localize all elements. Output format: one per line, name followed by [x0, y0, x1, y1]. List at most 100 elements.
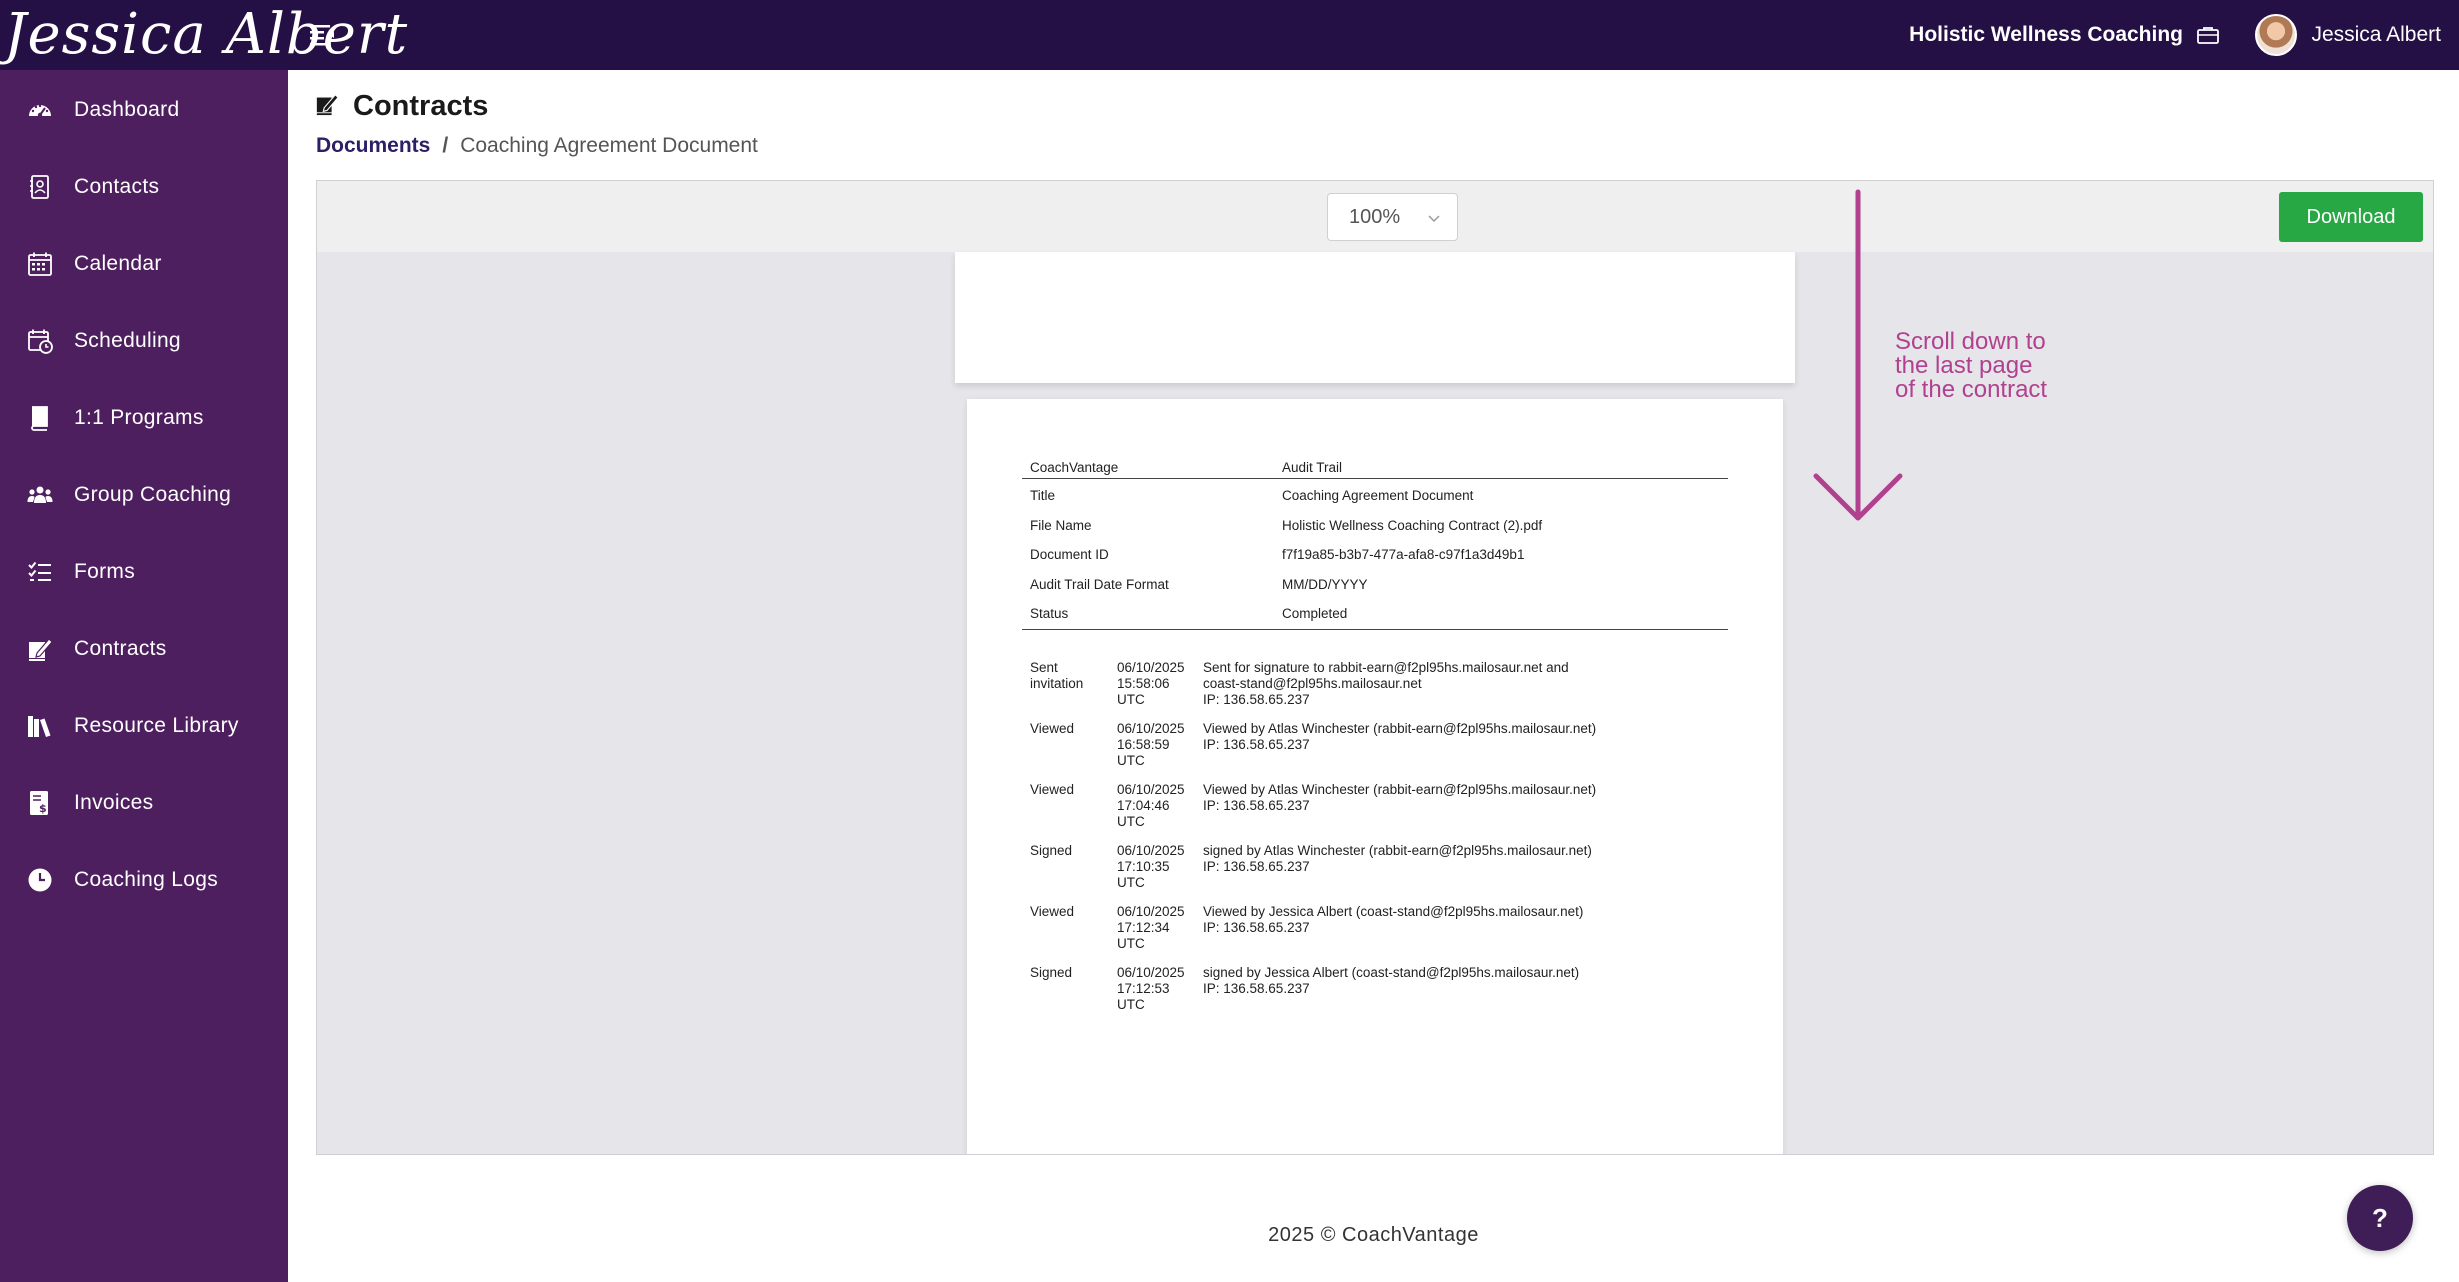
event-tz-line: UTC [1117, 874, 1145, 890]
event-description: Viewed by Atlas Winchester (rabbit-earn@… [1203, 721, 1728, 753]
event-date: 06/10/2025 15:58:06 UTC [1117, 660, 1203, 708]
breadcrumb-documents-link[interactable]: Documents [316, 134, 430, 158]
event-type-line: Sent [1030, 659, 1058, 675]
sidebar-item-label: Forms [74, 560, 135, 583]
info-value: Completed [1282, 606, 1348, 622]
list-item: Viewed 06/10/2025 16:58:59 UTC Viewed by… [1030, 721, 1728, 782]
sidebar-item-forms[interactable]: Forms [0, 542, 288, 602]
menu-toggle-icon[interactable] [310, 24, 336, 46]
signature-icon [315, 92, 339, 121]
event-ip-line: IP: 136.58.65.237 [1203, 797, 1310, 813]
event-time-line: 16:58:59 [1117, 736, 1170, 752]
contacts-icon [27, 174, 53, 200]
business-name: Holistic Wellness Coaching [1909, 23, 2183, 46]
event-ip-line: IP: 136.58.65.237 [1203, 736, 1310, 752]
event-type-line: Viewed [1030, 903, 1075, 919]
event-desc-line: Sent for signature to rabbit-earn@f2pl95… [1203, 659, 1569, 675]
sidebar-item-dashboard[interactable]: Dashboard [0, 80, 288, 140]
info-label: Document ID [1030, 547, 1109, 563]
event-tz-line: UTC [1117, 935, 1145, 951]
document-viewer[interactable]: 100% Download CoachVantage Audit Trail T… [316, 180, 2434, 1155]
sidebar-item-contacts[interactable]: Contacts [0, 157, 288, 217]
annotation-line: of the contract [1895, 376, 2048, 403]
info-value: MM/DD/YYYY [1282, 576, 1368, 592]
info-value: f7f19a85-b3b7-477a-afa8-c97f1a3d49b1 [1282, 547, 1525, 563]
sidebar-item-label: Contracts [74, 637, 167, 660]
audit-header-brand: CoachVantage [1030, 460, 1119, 475]
document-page-previous [955, 252, 1795, 383]
event-date-line: 06/10/2025 [1117, 781, 1185, 797]
calendar-icon [27, 251, 53, 277]
info-label: Status [1030, 606, 1069, 622]
download-button[interactable]: Download [2279, 192, 2423, 242]
table-row: Title Coaching Agreement Document [1022, 481, 1728, 511]
event-description: signed by Jessica Albert (coast-stand@f2… [1203, 965, 1728, 997]
breadcrumb-current: Coaching Agreement Document [460, 134, 758, 157]
event-description: Viewed by Atlas Winchester (rabbit-earn@… [1203, 782, 1728, 814]
event-date-line: 06/10/2025 [1117, 720, 1185, 736]
event-type: Sent invitation [1030, 660, 1117, 692]
list-item: Signed 06/10/2025 17:12:53 UTC signed by… [1030, 965, 1728, 1026]
user-menu[interactable]: Jessica Albert [2255, 0, 2441, 70]
event-type-line: Signed [1030, 842, 1073, 858]
library-icon [27, 713, 53, 739]
info-value: Coaching Agreement Document [1282, 488, 1474, 504]
chevron-down-icon [1427, 208, 1441, 223]
event-ip-line: IP: 136.58.65.237 [1203, 980, 1310, 996]
event-type-line: Viewed [1030, 781, 1075, 797]
sidebar-item-invoices[interactable]: $ Invoices [0, 773, 288, 833]
event-time-line: 17:04:46 [1117, 797, 1170, 813]
event-description: signed by Atlas Winchester (rabbit-earn@… [1203, 843, 1728, 875]
event-type: Signed [1030, 965, 1117, 981]
sidebar-item-label: Group Coaching [74, 483, 232, 506]
list-item: Viewed 06/10/2025 17:12:34 UTC Viewed by… [1030, 904, 1728, 965]
event-date-line: 06/10/2025 [1117, 659, 1185, 675]
table-row: Audit Trail Date Format MM/DD/YYYY [1022, 570, 1728, 600]
sidebar-item-label: Calendar [74, 252, 162, 275]
event-date: 06/10/2025 17:04:46 UTC [1117, 782, 1203, 830]
group-icon [27, 482, 53, 508]
audit-info-table: Title Coaching Agreement Document File N… [1022, 479, 1728, 630]
help-button[interactable]: ? [2347, 1185, 2413, 1251]
breadcrumb-separator: / [442, 134, 449, 157]
event-tz-line: UTC [1117, 996, 1145, 1012]
list-item: Sent invitation 06/10/2025 15:58:06 UTC … [1030, 660, 1728, 721]
zoom-select[interactable]: 100% [1327, 193, 1458, 241]
event-date-line: 06/10/2025 [1117, 964, 1185, 980]
sidebar-item-resource-library[interactable]: Resource Library [0, 696, 288, 756]
sidebar-item-label: 1:1 Programs [74, 406, 204, 429]
audit-trail: CoachVantage Audit Trail Title Coaching … [1022, 457, 1728, 1026]
invoice-icon: $ [27, 790, 53, 816]
breadcrumb: Documents / Coaching Agreement Document [316, 134, 758, 158]
event-description: Viewed by Jessica Albert (coast-stand@f2… [1203, 904, 1728, 936]
sidebar-item-label: Scheduling [74, 329, 181, 352]
audit-header: CoachVantage Audit Trail [1022, 457, 1728, 479]
event-desc-line: signed by Atlas Winchester (rabbit-earn@… [1203, 842, 1592, 858]
event-time-line: 17:12:34 [1117, 919, 1170, 935]
avatar [2255, 14, 2298, 56]
sidebar-item-calendar[interactable]: Calendar [0, 234, 288, 294]
event-ip-line: IP: 136.58.65.237 [1203, 919, 1310, 935]
logo[interactable]: Jessica Albert [0, 0, 407, 70]
info-label: Audit Trail Date Format [1030, 576, 1169, 592]
book-icon [27, 405, 53, 431]
event-type-line: invitation [1030, 675, 1084, 691]
annotation-line: Scroll down to [1895, 328, 2046, 355]
table-row: File Name Holistic Wellness Coaching Con… [1022, 511, 1728, 541]
sidebar-item-group-coaching[interactable]: Group Coaching [0, 465, 288, 525]
sidebar-item-label: Contacts [74, 175, 160, 198]
page-title: Contracts [353, 90, 489, 122]
sidebar-item-scheduling[interactable]: Scheduling [0, 311, 288, 371]
sidebar: Dashboard Contacts Calendar Scheduling 1… [0, 70, 288, 1282]
sidebar-item-programs[interactable]: 1:1 Programs [0, 388, 288, 448]
sidebar-item-coaching-logs[interactable]: Coaching Logs [0, 850, 288, 910]
event-desc-line: Viewed by Jessica Albert (coast-stand@f2… [1203, 903, 1584, 919]
business-switcher[interactable]: Holistic Wellness Coaching [1909, 0, 2219, 70]
sidebar-item-label: Coaching Logs [74, 868, 218, 891]
svg-text:$: $ [39, 802, 47, 815]
event-desc-line: Viewed by Atlas Winchester (rabbit-earn@… [1203, 720, 1597, 736]
sidebar-item-label: Invoices [74, 791, 154, 814]
sidebar-item-contracts[interactable]: Contracts [0, 619, 288, 679]
event-type: Viewed [1030, 904, 1117, 920]
event-tz-line: UTC [1117, 752, 1145, 768]
